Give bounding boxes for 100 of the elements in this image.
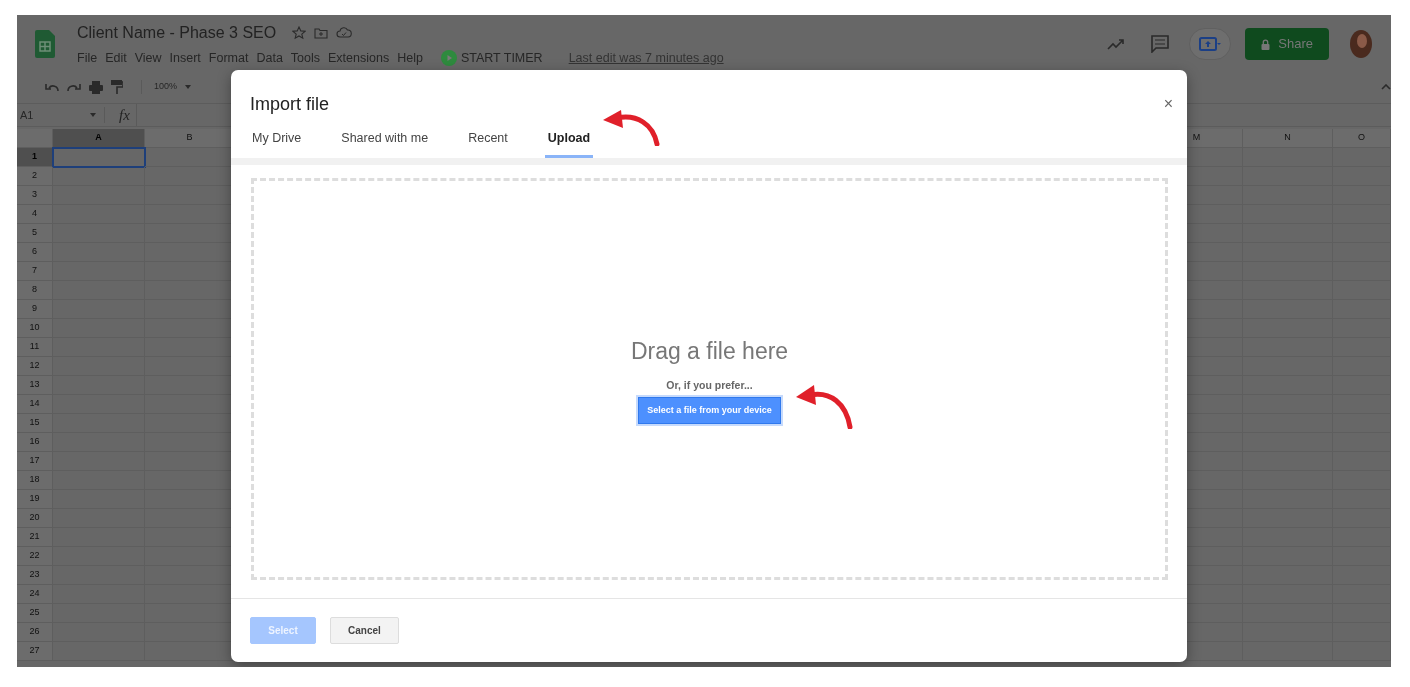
zoom-dropdown[interactable]: 100% xyxy=(141,80,192,94)
row-header[interactable]: 23 xyxy=(17,566,53,585)
row-header[interactable]: 15 xyxy=(17,414,53,433)
grid-cell[interactable] xyxy=(1333,205,1391,224)
row-header[interactable]: 6 xyxy=(17,243,53,262)
menu-item[interactable]: Insert xyxy=(169,48,201,68)
menu-item[interactable]: View xyxy=(134,48,162,68)
grid-cell[interactable] xyxy=(1333,262,1391,281)
document-title[interactable]: Client Name - Phase 3 SEO xyxy=(77,20,277,45)
grid-cell[interactable] xyxy=(1333,528,1391,547)
menu-item[interactable]: File xyxy=(77,48,98,68)
grid-cell[interactable] xyxy=(1333,300,1391,319)
tab[interactable]: Shared with me xyxy=(338,122,432,158)
row-header[interactable]: 2 xyxy=(17,167,53,186)
row-header[interactable]: 24 xyxy=(17,585,53,604)
caret-icon xyxy=(90,113,96,117)
grid-cell[interactable] xyxy=(1333,414,1391,433)
cancel-button[interactable]: Cancel xyxy=(330,617,399,644)
menu-item[interactable]: Tools xyxy=(290,48,321,68)
row-header[interactable]: 3 xyxy=(17,186,53,205)
paint-format-icon[interactable] xyxy=(111,80,123,94)
grid-cell[interactable] xyxy=(1333,395,1391,414)
row-header[interactable]: 18 xyxy=(17,471,53,490)
row-header[interactable]: 13 xyxy=(17,376,53,395)
caret-icon xyxy=(185,85,192,89)
grid-cell[interactable] xyxy=(1333,433,1391,452)
grid-cell[interactable] xyxy=(1333,357,1391,376)
lock-icon xyxy=(1261,38,1271,50)
select-file-button[interactable]: Select a file from your device xyxy=(638,396,781,425)
folder-icon[interactable] xyxy=(314,26,329,39)
grid-cell[interactable] xyxy=(1333,281,1391,300)
grid-cell[interactable] xyxy=(1333,566,1391,585)
undo-icon[interactable] xyxy=(45,82,59,92)
row-header[interactable]: 1 xyxy=(17,148,53,167)
row-header[interactable]: 9 xyxy=(17,300,53,319)
trend-icon[interactable] xyxy=(1107,38,1126,50)
grid-cell[interactable] xyxy=(1333,604,1391,623)
row-header[interactable]: 8 xyxy=(17,281,53,300)
column-header[interactable]: O xyxy=(1333,129,1391,148)
row-header[interactable]: 16 xyxy=(17,433,53,452)
row-header[interactable]: 21 xyxy=(17,528,53,547)
close-button[interactable]: × xyxy=(1163,96,1173,112)
row-header[interactable]: 25 xyxy=(17,604,53,623)
grid-cell[interactable] xyxy=(1333,471,1391,490)
grid-cell[interactable] xyxy=(1333,623,1391,642)
avatar[interactable] xyxy=(1349,29,1373,59)
grid-cell[interactable] xyxy=(1333,148,1391,167)
row-header[interactable]: 14 xyxy=(17,395,53,414)
grid-cell[interactable] xyxy=(1333,547,1391,566)
grid-cell[interactable] xyxy=(1333,585,1391,604)
timer-button[interactable]: START TIMER xyxy=(440,48,543,68)
grid-cell[interactable] xyxy=(53,167,145,186)
row-header[interactable]: 7 xyxy=(17,262,53,281)
grid-cell[interactable] xyxy=(1333,490,1391,509)
grid-cell[interactable] xyxy=(1333,167,1391,186)
comment-icon[interactable] xyxy=(1151,35,1170,53)
drop-hint: Or, if you prefer... xyxy=(666,378,753,394)
grid-cell[interactable] xyxy=(1333,338,1391,357)
collapse-icon[interactable] xyxy=(1381,84,1391,90)
star-icon[interactable] xyxy=(292,25,307,40)
menu-item[interactable]: Extensions xyxy=(328,48,390,68)
row-header[interactable]: 5 xyxy=(17,224,53,243)
column-header[interactable]: N xyxy=(1243,129,1333,148)
grid-cell[interactable] xyxy=(1333,642,1391,661)
row-header[interactable]: 11 xyxy=(17,338,53,357)
sheets-logo-icon[interactable] xyxy=(35,30,55,58)
row-header[interactable]: 4 xyxy=(17,205,53,224)
selected-cell[interactable] xyxy=(53,148,145,167)
row-header[interactable]: 22 xyxy=(17,547,53,566)
print-icon[interactable] xyxy=(89,80,103,94)
select-all-corner[interactable] xyxy=(17,129,53,148)
row-header[interactable]: 27 xyxy=(17,642,53,661)
menu-item[interactable]: Edit xyxy=(105,48,127,68)
row-header[interactable]: 26 xyxy=(17,623,53,642)
drop-zone[interactable]: Drag a file here Or, if you prefer... Select a file from your device xyxy=(251,178,1168,580)
tab[interactable]: Recent xyxy=(465,122,511,158)
present-icon xyxy=(1199,37,1222,51)
present-button[interactable] xyxy=(1189,28,1232,60)
grid-cell[interactable] xyxy=(1333,452,1391,471)
redo-icon[interactable] xyxy=(67,82,81,92)
row-header[interactable]: 20 xyxy=(17,509,53,528)
grid-cell[interactable] xyxy=(1333,243,1391,262)
cloud-icon[interactable] xyxy=(336,27,353,39)
row-header[interactable]: 17 xyxy=(17,452,53,471)
grid-cell[interactable] xyxy=(1333,376,1391,395)
row-header[interactable]: 12 xyxy=(17,357,53,376)
grid-cell[interactable] xyxy=(1333,319,1391,338)
cell-reference[interactable]: A1 xyxy=(17,106,105,124)
grid-cell[interactable] xyxy=(1333,186,1391,205)
menu-item[interactable]: Help xyxy=(397,48,423,68)
menu-item[interactable]: Format xyxy=(208,48,249,68)
row-header[interactable]: 19 xyxy=(17,490,53,509)
grid-cell[interactable] xyxy=(1333,224,1391,243)
row-header[interactable]: 10 xyxy=(17,319,53,338)
drop-heading: Drag a file here xyxy=(630,336,789,366)
share-button[interactable]: Share xyxy=(1245,28,1329,60)
tab[interactable]: My Drive xyxy=(249,122,305,158)
tab[interactable]: Upload xyxy=(544,122,594,158)
menu-item[interactable]: Data xyxy=(256,48,283,68)
grid-cell[interactable] xyxy=(1333,509,1391,528)
